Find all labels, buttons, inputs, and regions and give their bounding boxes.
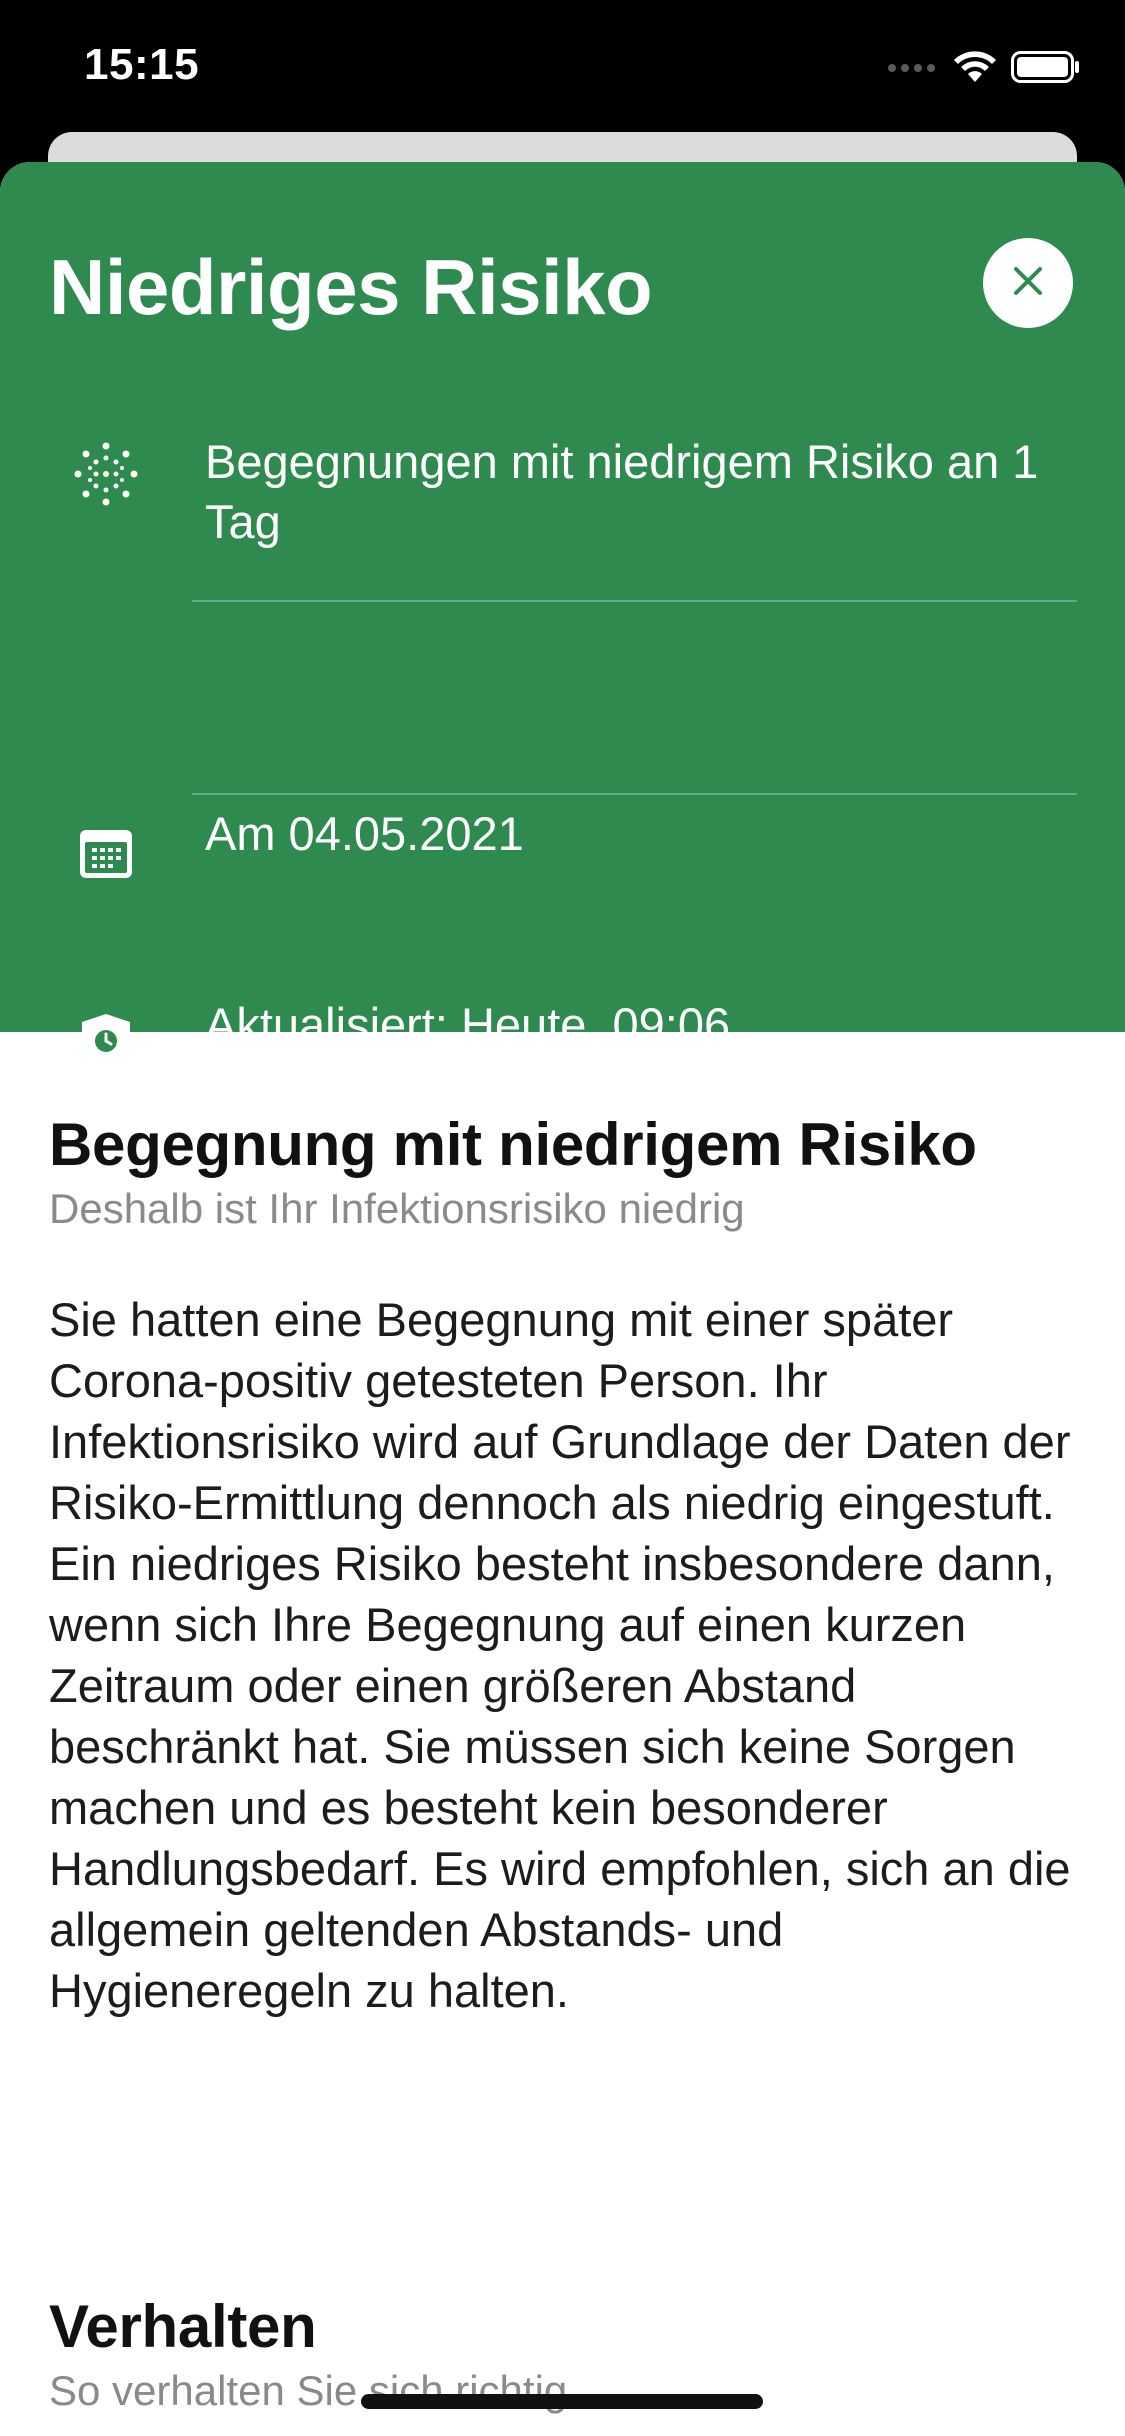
cellular-signal-icon [887, 60, 939, 79]
date-text: Am 04.05.2021 [205, 807, 524, 860]
updated-text: Aktualisiert: Heute, 09:06 [205, 998, 731, 1051]
divider [192, 793, 1077, 795]
page-title: Niedriges Risiko [49, 243, 653, 331]
section-subtitle: Deshalb ist Ihr Infektionsrisiko niedrig [49, 1185, 745, 1232]
wifi-icon [953, 50, 997, 89]
close-icon [1010, 263, 1046, 304]
section-body: Sie hatten eine Begegnung mit einer spät… [49, 1293, 1071, 2017]
status-bar: 15:15 [0, 0, 1125, 134]
battery-icon [1011, 50, 1081, 89]
risk-detail-sheet: Niedriges Risiko Begegnungen mit niedrig… [0, 162, 1125, 2436]
risk-header: Niedriges Risiko Begegnungen mit niedrig… [0, 162, 1125, 1070]
encounter-section: Begegnung mit niedrigem Risiko Deshalb i… [49, 1110, 1079, 2021]
virus-icon [74, 442, 138, 506]
calendar-icon [74, 822, 138, 886]
status-indicators [887, 50, 1081, 89]
status-time: 15:15 [84, 40, 200, 89]
encounters-text: Begegnungen mit niedrigem Risiko an 1 Ta… [205, 435, 1039, 548]
close-button[interactable] [983, 238, 1073, 328]
shield-clock-icon [74, 1010, 138, 1074]
section-title: Begegnung mit niedrigem Risiko [49, 1111, 977, 1178]
home-indicator[interactable] [361, 2394, 763, 2409]
section-title: Verhalten [49, 2293, 317, 2360]
divider [192, 600, 1077, 602]
